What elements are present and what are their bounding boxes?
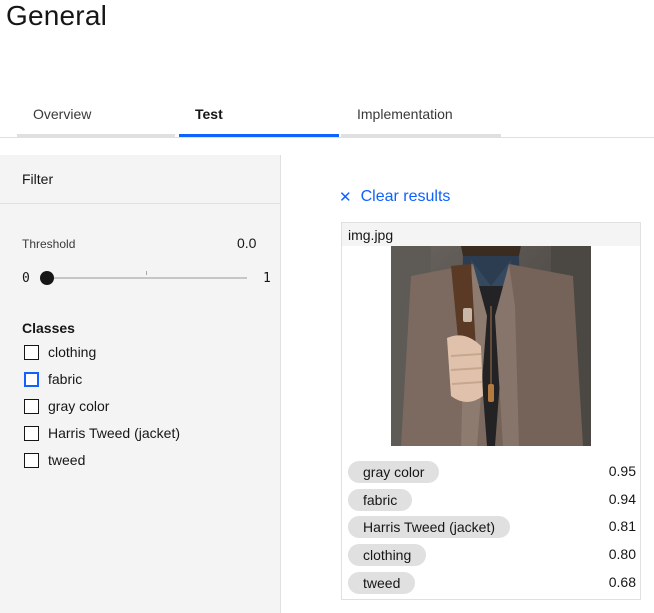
slider-max-label: 1 <box>263 271 271 286</box>
filter-panel: Filter Threshold 0.0 0 1 Classes clothin… <box>0 155 281 613</box>
checkbox-icon[interactable] <box>24 426 39 441</box>
class-label: gray color <box>48 398 110 414</box>
slider-min-label: 0 <box>22 271 30 286</box>
result-filename: img.jpg <box>348 227 394 243</box>
result-tag: fabric <box>348 489 413 511</box>
class-label: tweed <box>48 452 86 468</box>
result-card-header: img.jpg <box>342 223 640 246</box>
result-score: 0.94 <box>608 491 636 507</box>
class-list: clothing fabric gray color Harris Tweed … <box>22 343 262 478</box>
threshold-label: Threshold <box>22 237 76 251</box>
result-tag: clothing <box>348 544 427 566</box>
result-image <box>391 246 591 446</box>
threshold-slider-track[interactable] <box>46 277 247 279</box>
result-row: gray color 0.95 <box>348 461 636 483</box>
result-tag: Harris Tweed (jacket) <box>348 516 511 538</box>
checkbox-icon[interactable] <box>24 372 39 387</box>
class-checkbox-harris-tweed[interactable]: Harris Tweed (jacket) <box>22 424 262 451</box>
result-tag: gray color <box>348 461 440 483</box>
result-row: clothing 0.80 <box>348 544 636 566</box>
tab-test[interactable]: Test <box>179 92 339 137</box>
result-score: 0.80 <box>608 546 636 562</box>
class-label: clothing <box>48 344 97 360</box>
tab-bar: Overview Test Implementation <box>0 92 654 138</box>
result-score: 0.68 <box>608 574 636 590</box>
tab-implementation-label: Implementation <box>357 106 453 122</box>
slider-midpoint-tick <box>146 271 147 275</box>
result-tag: tweed <box>348 572 416 594</box>
tab-implementation[interactable]: Implementation <box>341 92 501 137</box>
tab-overview-label: Overview <box>33 106 92 122</box>
threshold-slider-thumb[interactable] <box>40 271 54 285</box>
class-checkbox-tweed[interactable]: tweed <box>22 451 262 478</box>
checkbox-icon[interactable] <box>24 399 39 414</box>
result-row: fabric 0.94 <box>348 489 636 511</box>
checkbox-icon[interactable] <box>24 453 39 468</box>
class-label: fabric <box>48 371 83 387</box>
class-label: Harris Tweed (jacket) <box>48 425 181 441</box>
result-score: 0.95 <box>608 463 636 479</box>
close-icon: ✕ <box>339 189 352 206</box>
class-checkbox-gray-color[interactable]: gray color <box>22 397 262 424</box>
tab-overview[interactable]: Overview <box>17 92 175 137</box>
tab-test-label: Test <box>195 106 223 122</box>
threshold-value: 0.0 <box>237 235 257 251</box>
result-card: img.jpg gray color 0.95 fabric 0.94 Harr… <box>341 222 641 600</box>
result-row: tweed 0.68 <box>348 572 636 594</box>
checkbox-icon[interactable] <box>24 345 39 360</box>
filter-divider <box>0 203 281 204</box>
class-checkbox-fabric[interactable]: fabric <box>22 370 262 397</box>
page-title: General <box>6 0 108 31</box>
result-row: Harris Tweed (jacket) 0.81 <box>348 516 636 538</box>
jacket-photo-illustration <box>391 246 591 446</box>
filter-title: Filter <box>22 171 54 187</box>
clear-results-label: Clear results <box>360 188 451 205</box>
result-score: 0.81 <box>608 518 636 534</box>
class-checkbox-clothing[interactable]: clothing <box>22 343 262 370</box>
classes-title: Classes <box>22 320 75 336</box>
clear-results-button[interactable]: ✕ Clear results <box>339 186 450 208</box>
